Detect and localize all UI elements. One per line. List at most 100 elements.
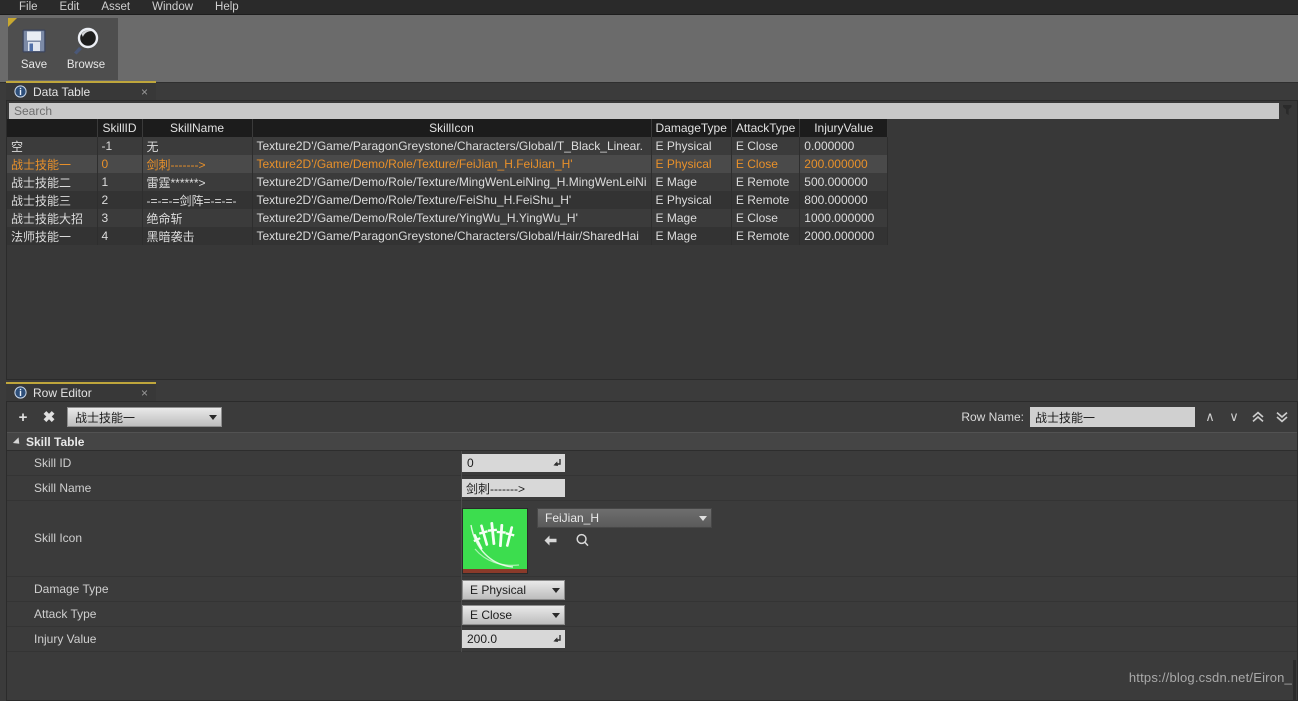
cell-attacktype: E Remote [731, 191, 801, 209]
cell-skillicon: Texture2D'/Game/Demo/Role/Texture/FeiJia… [252, 155, 652, 173]
table-row[interactable]: 战士技能二 1 雷霆******> Texture2D'/Game/Demo/Role… [7, 173, 889, 191]
skill-icon-actions [537, 532, 712, 548]
property-row-skill-name: Skill Name [7, 476, 1297, 501]
cell-skillicon: Texture2D'/Game/Demo/Role/Texture/MingWe… [252, 173, 652, 191]
attack-type-dropdown[interactable]: E Close [462, 605, 565, 625]
cell-skillname: 黑暗袭击 [142, 227, 253, 245]
cell-attacktype: E Close [731, 137, 801, 155]
data-table-grid: SkillID SkillName SkillIcon DamageType A… [7, 119, 889, 245]
row-name-input[interactable] [1030, 407, 1195, 427]
double-chevron-up-icon[interactable] [1249, 407, 1267, 427]
cell-rowname: 战士技能大招 [7, 209, 98, 227]
cell-injuryvalue: 500.000000 [799, 173, 889, 191]
column-header-skillicon[interactable]: SkillIcon [252, 119, 652, 137]
close-icon[interactable]: × [123, 85, 148, 99]
table-row[interactable]: 战士技能大招 3 绝命斩 Texture2D'/Game/Demo/Role/Text… [7, 209, 889, 227]
search-input[interactable] [9, 103, 1279, 119]
chevron-up-icon[interactable]: ∧ [1201, 407, 1219, 427]
cell-rowname: 战士技能三 [7, 191, 98, 209]
skill-icon-thumbnail[interactable] [462, 508, 528, 574]
close-icon[interactable]: × [123, 386, 148, 400]
column-header-attacktype[interactable]: AttackType [731, 119, 801, 137]
damage-type-label: Damage Type [34, 582, 109, 596]
skill-id-field-wrap [462, 454, 565, 472]
remove-row-button[interactable]: ✖ [41, 409, 57, 426]
property-row-skill-icon: Skill Icon FeiJian_H [7, 501, 1297, 577]
skill-name-input[interactable] [462, 479, 565, 497]
cell-damagetype: E Mage [651, 173, 732, 191]
add-row-button[interactable]: + [15, 409, 31, 426]
row-editor-body: + ✖ 战士技能一 Row Name: ∧ ∨ Skill Ta [6, 401, 1298, 701]
tab-row-editor[interactable]: Row Editor × [6, 382, 156, 401]
cell-skillicon: Texture2D'/Game/Demo/Role/Texture/FeiShu… [252, 191, 652, 209]
skill-icon-asset-name: FeiJian_H [545, 511, 600, 525]
skill-id-input[interactable] [462, 454, 565, 472]
cell-damagetype: E Physical [651, 137, 732, 155]
chevron-down-icon [209, 414, 217, 420]
data-table-tab-strip: Data Table × [6, 81, 1298, 100]
row-name-group: Row Name: ∧ ∨ [961, 407, 1291, 427]
row-selector-dropdown[interactable]: 战士技能一 [67, 407, 222, 427]
cell-injuryvalue: 1000.000000 [799, 209, 889, 227]
cell-attacktype: E Close [731, 209, 801, 227]
cell-skillname: 无 [142, 137, 253, 155]
menu-item-edit[interactable]: Edit [49, 0, 91, 15]
cell-skillid: 4 [97, 227, 143, 245]
chevron-down-icon [552, 587, 560, 593]
property-row-injury-value: Injury Value [7, 627, 1297, 652]
save-button[interactable]: Save [8, 22, 60, 71]
cell-skillid: -1 [97, 137, 143, 155]
tab-data-table-label: Data Table [33, 84, 91, 99]
chevron-down-icon[interactable]: ∨ [1225, 407, 1243, 427]
column-header-injuryvalue[interactable]: InjuryValue [799, 119, 889, 137]
skill-icon-asset-dropdown[interactable]: FeiJian_H [537, 508, 712, 528]
injury-value-input[interactable] [462, 630, 565, 648]
cell-rowname: 战士技能二 [7, 173, 98, 191]
toolbar: Save Browse [0, 15, 1298, 83]
double-chevron-down-icon[interactable] [1273, 407, 1291, 427]
column-header-skillname[interactable]: SkillName [142, 119, 253, 137]
cell-damagetype: E Mage [651, 227, 732, 245]
menu-item-help[interactable]: Help [204, 0, 250, 15]
floppy-disk-icon [20, 22, 48, 60]
cell-skillname: 雷霆******> [142, 173, 253, 191]
column-header-damagetype[interactable]: DamageType [651, 119, 732, 137]
row-editor-panel: Row Editor × + ✖ 战士技能一 Row Name: ∧ ∨ [6, 382, 1298, 701]
injury-value-label: Injury Value [34, 632, 97, 646]
menu-item-file[interactable]: File [8, 0, 49, 15]
table-row[interactable]: 法师技能一 4 黑暗袭击 Texture2D'/Game/ParagonGreysto… [7, 227, 889, 245]
column-header-rowname[interactable] [7, 119, 98, 137]
property-row-damage-type: Damage Type E Physical [7, 577, 1297, 602]
watermark: https://blog.csdn.net/Eiron_ [1128, 670, 1292, 685]
table-row[interactable]: 战士技能三 2 -=-=-=剑阵=-=-=- Texture2D'/Game/Demo… [7, 191, 889, 209]
tab-data-table[interactable]: Data Table × [6, 81, 156, 100]
cell-skillicon: Texture2D'/Game/Demo/Role/Texture/YingWu… [252, 209, 652, 227]
vertical-scrollbar[interactable] [1293, 660, 1296, 700]
use-selected-asset-icon[interactable] [541, 532, 559, 548]
data-table-search-row [7, 101, 1297, 119]
search-icon[interactable] [1279, 104, 1295, 119]
menu-item-window[interactable]: Window [141, 0, 204, 15]
cell-rowname: 空 [7, 137, 98, 155]
magnifier-icon [71, 22, 101, 60]
cell-skillicon: Texture2D'/Game/ParagonGreystone/Charact… [252, 137, 652, 155]
column-header-skillid[interactable]: SkillID [97, 119, 143, 137]
table-row[interactable]: 战士技能一 0 剑刺-------> Texture2D'/Game/Demo/Rol… [7, 155, 889, 173]
menu-bar: File Edit Asset Window Help [0, 0, 1298, 15]
cell-injuryvalue: 2000.000000 [799, 227, 889, 245]
cell-skillid: 2 [97, 191, 143, 209]
damage-type-dropdown[interactable]: E Physical [462, 580, 565, 600]
table-header-row: SkillID SkillName SkillIcon DamageType A… [7, 119, 889, 137]
cell-damagetype: E Mage [651, 209, 732, 227]
cell-rowname: 战士技能一 [7, 155, 98, 173]
data-table-body: SkillID SkillName SkillIcon DamageType A… [6, 100, 1298, 380]
skill-table-section-header[interactable]: Skill Table [7, 432, 1297, 451]
table-body: 空 -1 无 Texture2D'/Game/ParagonGreystone/Cha… [7, 137, 889, 245]
table-row[interactable]: 空 -1 无 Texture2D'/Game/ParagonGreystone/Cha… [7, 137, 889, 155]
menu-item-asset[interactable]: Asset [90, 0, 141, 15]
browse-button[interactable]: Browse [60, 22, 112, 71]
cell-injuryvalue: 200.000000 [799, 155, 889, 173]
browse-to-asset-icon[interactable] [573, 532, 591, 548]
thumbnail-accent-strip [463, 569, 527, 573]
cell-damagetype: E Physical [651, 191, 732, 209]
